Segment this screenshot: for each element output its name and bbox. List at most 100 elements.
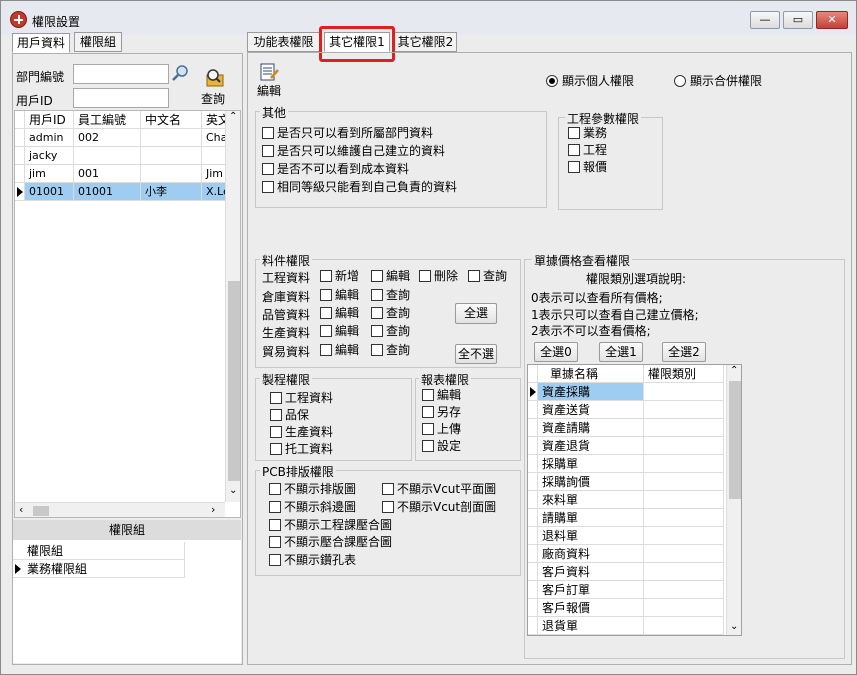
select-all-0-button[interactable]: 全選0 [534,342,578,362]
cell-permission-type[interactable] [644,509,724,527]
cell-user-id[interactable]: jim [25,165,74,183]
cell-doc-name[interactable]: 客戶訂單 [538,581,644,599]
edit-label[interactable]: 編輯 [257,82,281,99]
col-header-employee-no[interactable]: 員工編號 [74,111,141,129]
cell-doc-name[interactable]: 客戶資料 [538,563,644,581]
checkbox-hide-drill-table[interactable]: 不顯示鑽孔表 [269,552,356,568]
user-grid-hscrollbar[interactable]: ‹ › [15,502,225,517]
hscroll-thumb[interactable] [33,506,49,516]
cell-permission-type[interactable] [644,491,724,509]
cell-doc-name[interactable]: 採購單 [538,455,644,473]
cell-employee-no[interactable]: 002 [74,129,141,147]
scroll-up-icon[interactable]: ⌃ [730,365,738,376]
cell-chinese-name[interactable] [141,129,202,147]
list-item[interactable]: 權限組 [23,542,185,560]
checkbox-report-save-as[interactable]: 另存 [422,404,461,420]
query-icon[interactable] [204,67,226,89]
user-id-input[interactable] [73,88,169,108]
checkbox-report-upload[interactable]: 上傳 [422,421,461,437]
col-header-doc-name[interactable]: 單據名稱 [538,365,644,383]
checkbox-maintain-own-only[interactable]: 是否只可以維護自己建立的資料 [262,143,445,159]
cell-employee-no[interactable] [74,147,141,165]
cell-permission-type[interactable] [644,617,724,635]
scroll-right-icon[interactable]: › [211,503,215,516]
query-label[interactable]: 查詢 [201,90,225,107]
checkbox-qc-query[interactable]: 查詢 [371,305,410,321]
cell-permission-type[interactable] [644,419,724,437]
col-header-user-id[interactable]: 用戶ID [25,111,74,129]
minimize-button[interactable]: — [750,11,780,29]
cell-doc-name[interactable]: 資產退貨 [538,437,644,455]
cell-user-id[interactable]: jacky [25,147,74,165]
checkbox-production-query[interactable]: 查詢 [371,323,410,339]
select-all-button[interactable]: 全選 [455,303,497,324]
checkbox-production-edit[interactable]: 編輯 [320,323,359,339]
maximize-button[interactable]: ▭ [783,11,813,29]
checkbox-process-eng-data[interactable]: 工程資料 [270,390,333,406]
checkbox-trade-edit[interactable]: 編輯 [320,342,359,358]
cell-doc-name[interactable]: 資產採購 [538,383,644,401]
cell-user-id[interactable]: admin [25,129,74,147]
cell-permission-type[interactable] [644,383,724,401]
scroll-thumb[interactable] [228,281,240,481]
select-all-1-button[interactable]: 全選1 [599,342,643,362]
checkbox-hide-cost[interactable]: 是否不可以看到成本資料 [262,161,409,177]
tab-permission-group[interactable]: 權限組 [74,32,122,52]
scroll-left-icon[interactable]: ‹ [19,503,23,516]
cell-doc-name[interactable]: 廠商資料 [538,545,644,563]
checkbox-eng-edit[interactable]: 編輯 [371,268,410,284]
checkbox-business[interactable]: 業務 [568,125,607,141]
tab-other-permissions-2[interactable]: 其它權限2 [394,32,457,52]
col-header-permission-type[interactable]: 權限類別 [644,365,724,383]
edit-icon[interactable] [259,62,279,82]
checkbox-dept-data-only[interactable]: 是否只可以看到所屬部門資料 [262,125,433,141]
cell-employee-no[interactable]: 001 [74,165,141,183]
doc-grid-vscrollbar[interactable]: ⌃ ⌄ [726,365,741,635]
cell-permission-type[interactable] [644,599,724,617]
radio-personal-permissions[interactable]: 顯示個人權限 [546,72,634,89]
checkbox-report-edit[interactable]: 編輯 [422,387,461,403]
search-icon[interactable] [172,64,190,82]
deselect-all-button[interactable]: 全不選 [455,344,497,364]
select-all-2-button[interactable]: 全選2 [662,342,706,362]
scroll-thumb[interactable] [729,381,741,499]
checkbox-hide-bevel[interactable]: 不顯示斜邊圖 [269,499,356,515]
cell-chinese-name[interactable] [141,165,202,183]
cell-permission-type[interactable] [644,437,724,455]
checkbox-warehouse-edit[interactable]: 編輯 [320,287,359,303]
checkbox-process-qa[interactable]: 品保 [270,407,309,423]
checkbox-hide-vcut-plane[interactable]: 不顯示Vcut平面圖 [382,481,496,497]
cell-permission-type[interactable] [644,563,724,581]
checkbox-trade-query[interactable]: 查詢 [371,342,410,358]
list-item[interactable]: 業務權限組 [23,560,185,578]
cell-permission-type[interactable] [644,401,724,419]
cell-doc-name[interactable]: 請購單 [538,509,644,527]
cell-permission-type[interactable] [644,545,724,563]
cell-permission-type[interactable] [644,473,724,491]
checkbox-qc-edit[interactable]: 編輯 [320,305,359,321]
cell-doc-name[interactable]: 來料單 [538,491,644,509]
checkbox-hide-lam-dept-lamination[interactable]: 不顯示壓合課壓合圖 [269,534,392,550]
checkbox-hide-vcut-section[interactable]: 不顯示Vcut剖面圖 [382,499,496,515]
cell-user-id[interactable]: 01001 [25,183,74,201]
cell-doc-name[interactable]: 資產請購 [538,419,644,437]
cell-doc-name[interactable]: 客戶報價 [538,599,644,617]
cell-employee-no[interactable]: 01001 [74,183,141,201]
cell-chinese-name[interactable]: 小李 [141,183,202,201]
tab-user-data[interactable]: 用戶資料 [12,33,70,53]
checkbox-engineering[interactable]: 工程 [568,142,607,158]
checkbox-hide-eng-lamination[interactable]: 不顯示工程課壓合圖 [269,517,392,533]
checkbox-eng-add[interactable]: 新增 [320,268,359,284]
close-button[interactable]: ✕ [816,11,848,29]
radio-merged-permissions[interactable]: 顯示合併權限 [674,72,762,89]
checkbox-eng-query[interactable]: 查詢 [468,268,507,284]
checkbox-process-production[interactable]: 生產資料 [270,424,333,440]
scroll-down-icon[interactable]: ⌄ [229,485,237,496]
checkbox-hide-layout[interactable]: 不顯示排版圖 [269,481,356,497]
cell-permission-type[interactable] [644,455,724,473]
cell-doc-name[interactable]: 退貨單 [538,617,644,635]
user-grid-vscrollbar[interactable]: ⌃ ⌄ [225,111,240,502]
cell-doc-name[interactable]: 採購詢價 [538,473,644,491]
checkbox-same-level-own[interactable]: 相同等級只能看到自己負責的資料 [262,179,457,195]
checkbox-report-settings[interactable]: 設定 [422,438,461,454]
